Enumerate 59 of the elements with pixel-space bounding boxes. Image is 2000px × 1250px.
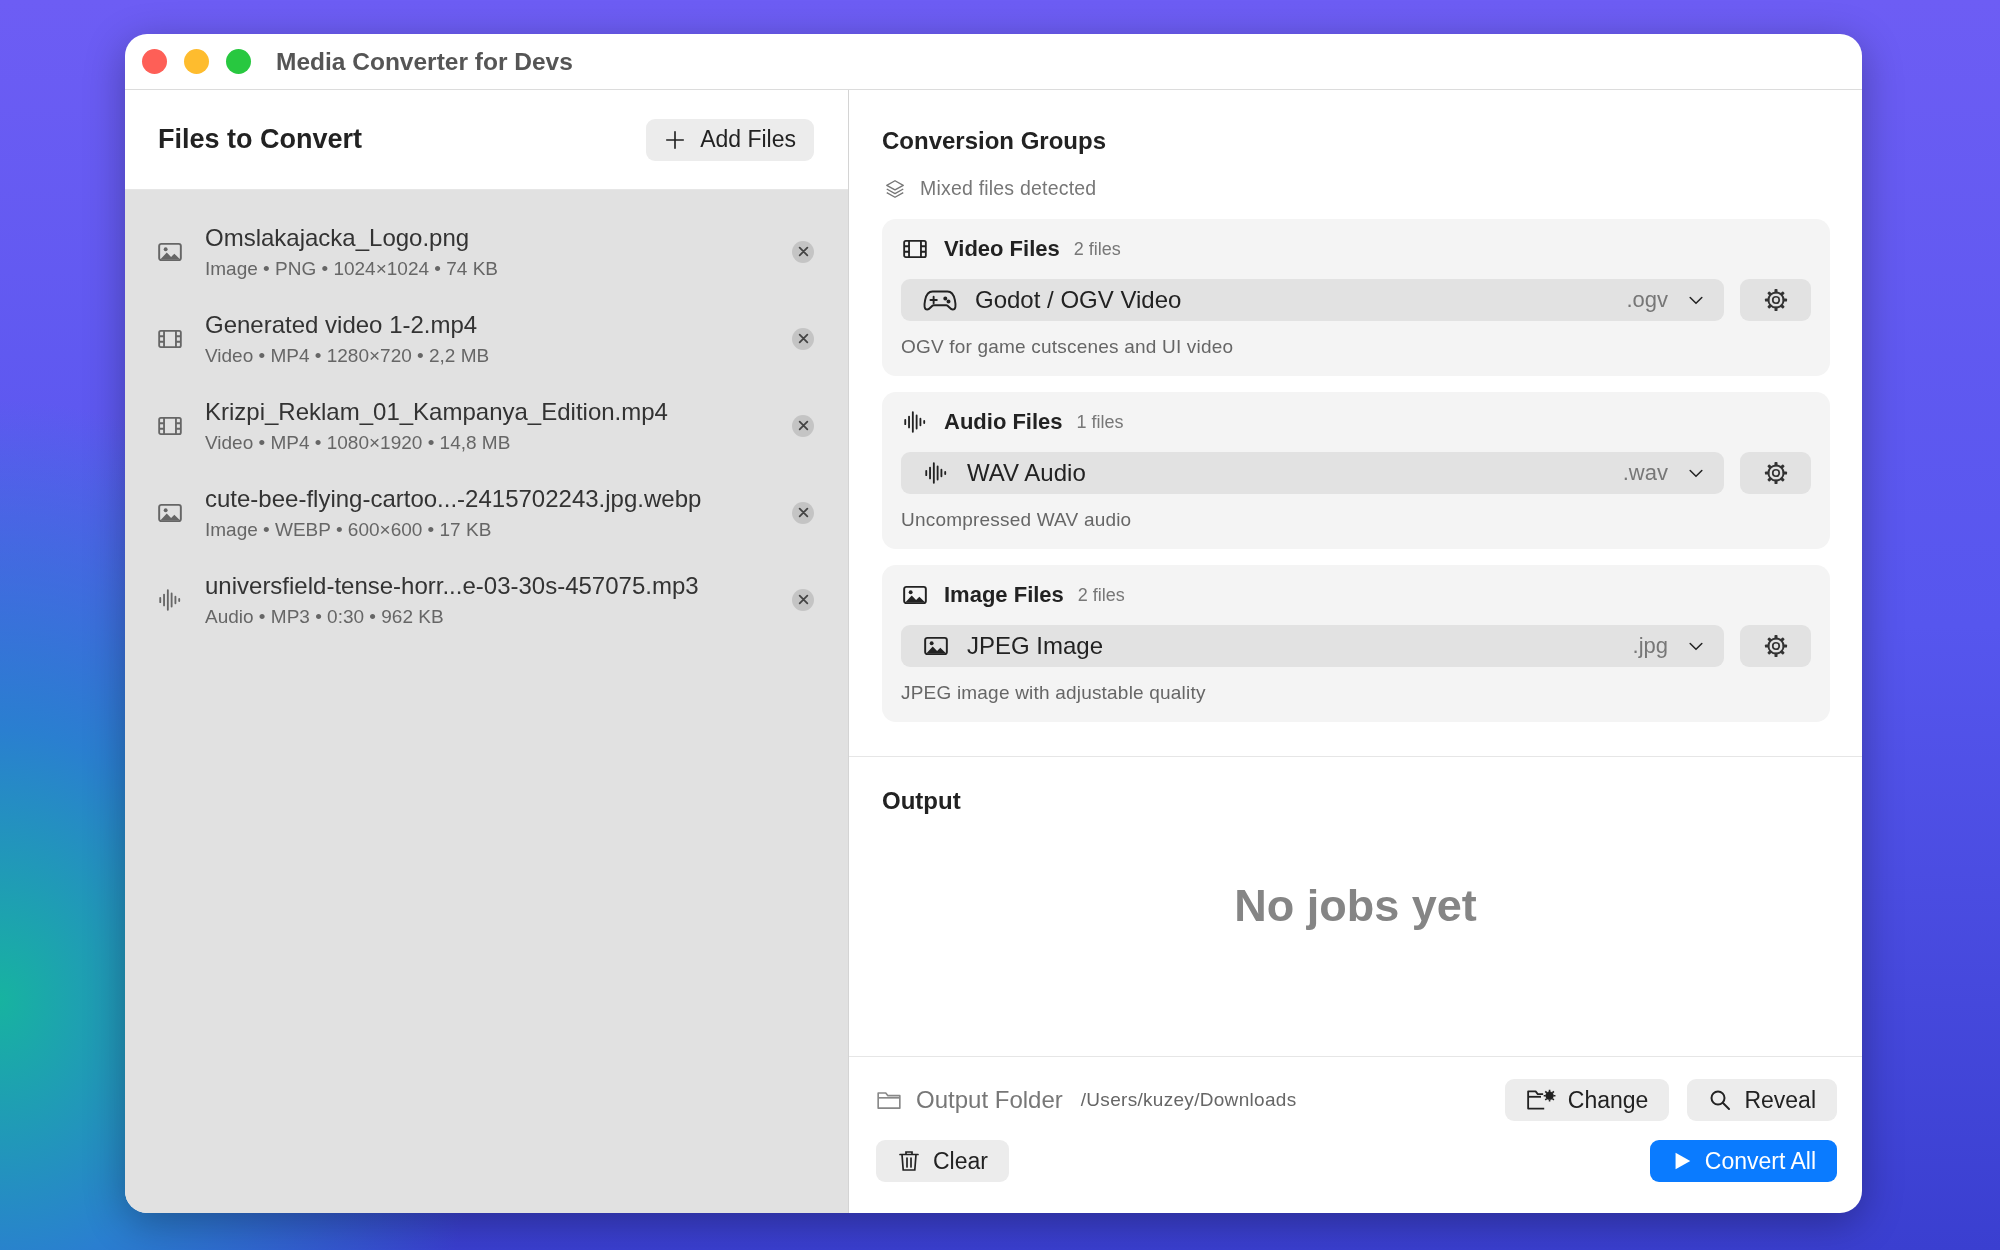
output-folder-path: /Users/kuzey/Downloads [1080, 1089, 1298, 1111]
format-description: JPEG image with adjustable quality [901, 682, 1207, 704]
close-icon [797, 246, 809, 257]
change-folder-button[interactable]: Change [1504, 1079, 1670, 1121]
remove-file-button[interactable] [792, 501, 814, 524]
format-dropdown[interactable]: Godot / OGV Video .ogv [901, 279, 1724, 321]
file-count: 1 files [1076, 411, 1124, 433]
panel-title: Files to Convert [158, 124, 363, 155]
settings-icon [1762, 460, 1789, 486]
close-icon [797, 420, 809, 431]
file-details: Image • PNG • 1024×1024 • 74 KB [205, 257, 499, 280]
search-icon [1708, 1088, 1733, 1112]
add-files-button[interactable]: Add Files [646, 118, 814, 161]
layers-icon [884, 177, 906, 200]
window-title: Media Converter for Devs [276, 47, 573, 76]
file-name: cute-bee-flying-cartoo...-2415702243.jpg.webp [205, 484, 703, 513]
file-name: Omslakajacka_Logo.png [205, 223, 471, 252]
settings-button[interactable] [1740, 279, 1811, 321]
remove-file-button[interactable] [792, 414, 814, 437]
file-count: 2 files [1077, 584, 1125, 606]
settings-button[interactable] [1740, 625, 1811, 667]
mixed-files-notice: Mixed files detected [920, 177, 1097, 200]
file-details: Image • WEBP • 600×600 • 17 KB [205, 518, 493, 541]
group-title: Image Files [944, 582, 1064, 608]
clear-button[interactable]: Clear [876, 1140, 1009, 1182]
close-icon [797, 594, 809, 605]
file-name: Generated video 1-2.mp4 [205, 310, 479, 339]
section-title: Output [882, 787, 962, 815]
settings-icon [1762, 633, 1789, 659]
format-description: OGV for game cutscenes and UI video [901, 336, 1235, 358]
settings-icon [1762, 287, 1789, 313]
trash-icon [897, 1149, 921, 1173]
file-details: Video • MP4 • 1080×1920 • 14,8 MB [205, 431, 512, 454]
remove-file-button[interactable] [792, 327, 814, 350]
file-count: 2 files [1073, 238, 1121, 260]
reveal-button[interactable]: Reveal [1687, 1079, 1837, 1121]
waveform-icon [923, 460, 949, 486]
close-icon [797, 333, 809, 344]
output-folder-label: Output Folder [916, 1086, 1063, 1114]
format-dropdown[interactable]: WAV Audio .wav [901, 452, 1724, 494]
plus-icon [664, 128, 687, 151]
file-details: Audio • MP3 • 0:30 • 962 KB [205, 605, 445, 628]
convert-all-button[interactable]: Convert All [1649, 1140, 1837, 1182]
file-name: universfield-tense-horr...e-03-30s-457075.mp3 [205, 571, 700, 600]
remove-file-button[interactable] [792, 588, 814, 611]
format-dropdown[interactable]: JPEG Image .jpg [901, 625, 1724, 667]
close-window-button[interactable] [142, 49, 167, 74]
waveform-icon [157, 586, 183, 613]
file-details: Video • MP4 • 1280×720 • 2,2 MB [205, 344, 491, 367]
waveform-icon [902, 409, 928, 435]
remove-file-button[interactable] [792, 240, 814, 263]
empty-state-message: No jobs yet [1234, 879, 1477, 932]
group-title: Video Files [944, 236, 1060, 262]
section-title: Conversion Groups [882, 127, 1108, 155]
file-name: Krizpi_Reklam_01_Kampanya_Edition.mp4 [205, 397, 669, 426]
format-description: Uncompressed WAV audio [901, 509, 1133, 531]
group-title: Audio Files [944, 409, 1063, 435]
close-icon [797, 507, 809, 518]
settings-button[interactable] [1740, 452, 1811, 494]
